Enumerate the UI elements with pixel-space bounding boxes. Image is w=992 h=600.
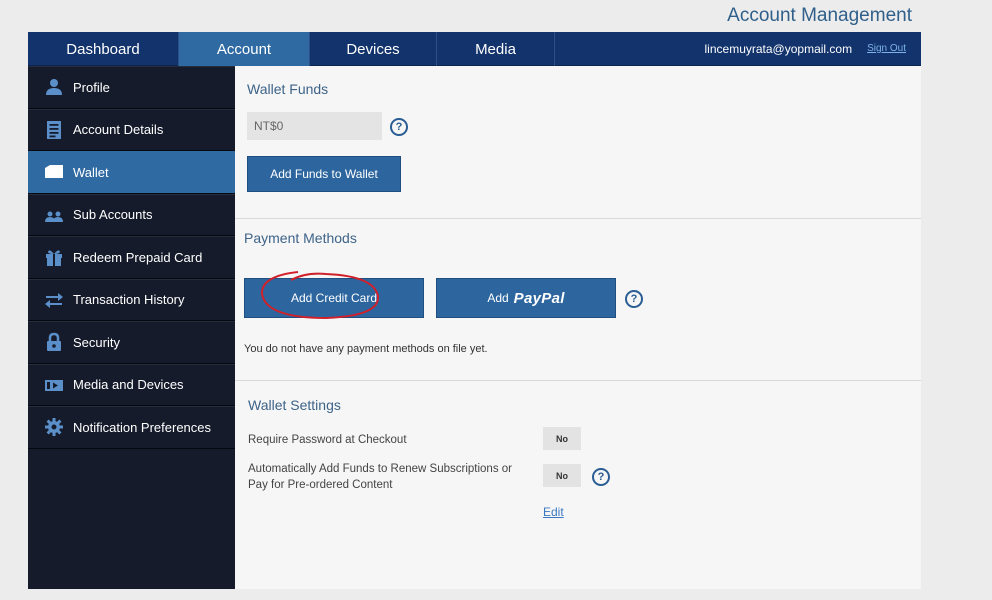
sidebar-item-media-and-devices[interactable]: Media and Devices (28, 363, 235, 406)
sidebar-item-sub-accounts[interactable]: Sub Accounts (28, 193, 235, 236)
sidebar-item-profile[interactable]: Profile (28, 66, 235, 109)
wallet-settings-title: Wallet Settings (248, 397, 341, 413)
sidebar-item-label: Sub Accounts (73, 207, 153, 223)
main-panel: Wallet Funds NT$0 ? Add Funds to Wallet … (235, 66, 921, 589)
sidebar-item-notification-preferences[interactable]: Notification Preferences (28, 406, 235, 449)
sidebar-item-label: Redeem Prepaid Card (73, 249, 203, 265)
sidebar-item-label: Transaction History (73, 292, 185, 308)
user-email: lincemuyrata@yopmail.com (704, 41, 853, 56)
tab-account[interactable]: Account (179, 32, 310, 66)
sidebar: Profile Account Details Wallet Sub Accou… (28, 66, 235, 589)
top-navigation: Dashboard Account Devices Media lincemuy… (28, 32, 921, 66)
section-divider (235, 380, 921, 381)
sidebar-item-label: Account Details (73, 122, 164, 138)
edit-settings-link[interactable]: Edit (543, 505, 564, 519)
wallet-balance-field: NT$0 (247, 112, 382, 140)
add-credit-card-button[interactable]: Add Credit Card (244, 278, 424, 318)
transfer-arrows-icon (44, 290, 64, 310)
users-icon (44, 205, 64, 225)
sidebar-item-label: Profile (73, 79, 110, 95)
media-icon (44, 375, 64, 395)
gift-icon (44, 247, 64, 267)
section-divider (235, 218, 921, 219)
add-paypal-prefix: Add (487, 291, 509, 305)
auto-add-funds-label-line-1: Automatically Add Funds to Renew Subscri… (248, 463, 512, 475)
sidebar-item-account-details[interactable]: Account Details (28, 108, 235, 151)
sidebar-item-security[interactable]: Security (28, 321, 235, 364)
gear-icon (44, 417, 64, 437)
require-password-value: No (543, 427, 581, 450)
help-icon[interactable]: ? (390, 118, 408, 136)
user-area: lincemuyrata@yopmail.com Sign Out (555, 32, 921, 65)
sidebar-item-label: Wallet (73, 164, 109, 180)
paypal-logo: PayPal (513, 289, 565, 307)
add-paypal-button[interactable]: Add PayPal (436, 278, 616, 318)
payment-methods-title: Payment Methods (244, 230, 357, 246)
sign-out-link[interactable]: Sign Out (867, 43, 906, 54)
auto-add-funds-value: No (543, 464, 581, 487)
page-title: Account Management (727, 5, 912, 26)
sidebar-item-label: Security (73, 334, 120, 350)
document-icon (44, 120, 64, 140)
sidebar-item-wallet[interactable]: Wallet (28, 151, 235, 194)
require-password-label: Require Password at Checkout (248, 434, 407, 446)
auto-add-funds-label: Automatically Add Funds to Renew Subscri… (248, 461, 512, 493)
wallet-icon (44, 162, 64, 182)
sidebar-item-label: Media and Devices (73, 377, 184, 393)
tab-media[interactable]: Media (437, 32, 555, 66)
sidebar-item-transaction-history[interactable]: Transaction History (28, 278, 235, 321)
sidebar-item-label: Notification Preferences (73, 419, 212, 435)
help-icon[interactable]: ? (625, 290, 643, 308)
lock-icon (44, 332, 64, 352)
tab-dashboard[interactable]: Dashboard (28, 32, 179, 66)
tab-devices[interactable]: Devices (310, 32, 437, 66)
empty-payment-methods-note: You do not have any payment methods on f… (244, 343, 488, 355)
help-icon[interactable]: ? (592, 468, 610, 486)
user-icon (44, 77, 64, 97)
sidebar-item-redeem-prepaid-card[interactable]: Redeem Prepaid Card (28, 236, 235, 279)
auto-add-funds-label-line-2: Pay for Pre-ordered Content (248, 479, 393, 491)
add-funds-button[interactable]: Add Funds to Wallet (247, 156, 401, 192)
wallet-funds-title: Wallet Funds (247, 81, 329, 97)
